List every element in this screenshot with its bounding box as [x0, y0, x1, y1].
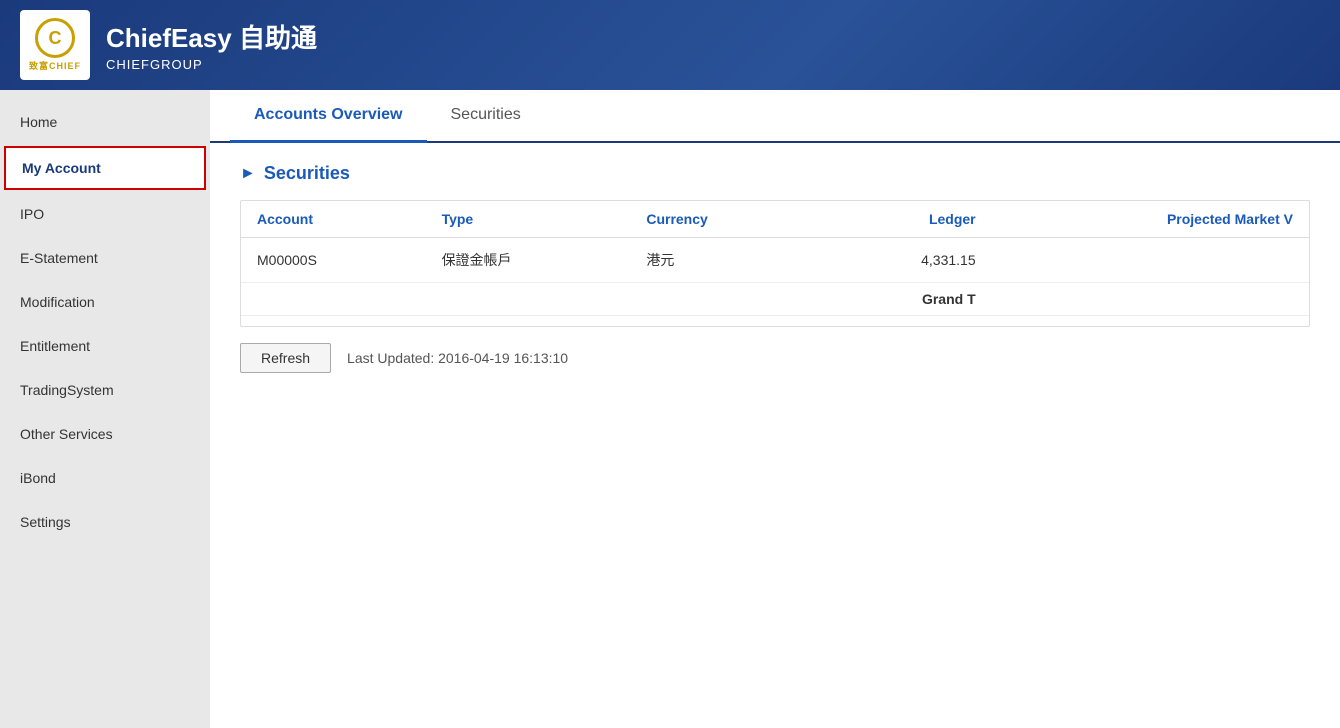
sidebar-item-other-services[interactable]: Other Services	[0, 412, 210, 456]
section-title: Securities	[264, 163, 350, 184]
refresh-button[interactable]: Refresh	[240, 343, 331, 373]
col-header-ledger: Ledger	[818, 201, 992, 238]
tab-accounts-overview[interactable]: Accounts Overview	[230, 90, 427, 143]
securities-table-container: Account Type Currency Ledger Projected M…	[240, 200, 1310, 327]
sidebar: Home My Account IPO E-Statement Modifica…	[0, 90, 210, 728]
col-header-type: Type	[426, 201, 631, 238]
grand-total-label: Grand T	[241, 283, 992, 316]
main-layout: Home My Account IPO E-Statement Modifica…	[0, 90, 1340, 728]
sidebar-item-settings[interactable]: Settings	[0, 500, 210, 544]
sidebar-item-my-account[interactable]: My Account	[4, 146, 206, 190]
sidebar-item-ipo[interactable]: IPO	[0, 192, 210, 236]
grand-total-value	[992, 283, 1309, 316]
cell-projected	[992, 238, 1309, 283]
refresh-section: Refresh Last Updated: 2016-04-19 16:13:1…	[240, 327, 1310, 389]
col-header-currency: Currency	[630, 201, 818, 238]
securities-table: Account Type Currency Ledger Projected M…	[241, 201, 1309, 316]
sidebar-item-entitlement[interactable]: Entitlement	[0, 324, 210, 368]
sidebar-item-e-statement[interactable]: E-Statement	[0, 236, 210, 280]
logo: C 致富CHIEF	[20, 10, 90, 80]
cell-currency: 港元	[630, 238, 818, 283]
sidebar-item-ibond[interactable]: iBond	[0, 456, 210, 500]
content-area: Accounts Overview Securities ► Securitie…	[210, 90, 1340, 728]
tab-securities[interactable]: Securities	[427, 90, 545, 143]
last-updated-text: Last Updated: 2016-04-19 16:13:10	[347, 350, 568, 366]
tab-bar: Accounts Overview Securities	[210, 90, 1340, 143]
content-body: ► Securities Account Type Currency Ledge…	[210, 143, 1340, 728]
cell-type: 保證金帳戶	[426, 238, 631, 283]
cell-account: M00000S	[241, 238, 426, 283]
app-header: C 致富CHIEF ChiefEasy 自助通 CHIEFGROUP	[0, 0, 1340, 90]
section-arrow-icon: ►	[240, 165, 256, 183]
cell-ledger: 4,331.15	[818, 238, 992, 283]
sidebar-item-trading-system[interactable]: TradingSystem	[0, 368, 210, 412]
table-row: M00000S 保證金帳戶 港元 4,331.15	[241, 238, 1309, 283]
sidebar-item-modification[interactable]: Modification	[0, 280, 210, 324]
app-name: ChiefEasy 自助通	[106, 18, 317, 55]
table-header-row: Account Type Currency Ledger Projected M…	[241, 201, 1309, 238]
company-name: CHIEFGROUP	[106, 57, 317, 72]
header-title: ChiefEasy 自助通 CHIEFGROUP	[106, 18, 317, 72]
grand-total-row: Grand T	[241, 283, 1309, 316]
sidebar-item-home[interactable]: Home	[0, 100, 210, 144]
col-header-account: Account	[241, 201, 426, 238]
col-header-projected: Projected Market V	[992, 201, 1309, 238]
section-header: ► Securities	[240, 163, 1310, 184]
